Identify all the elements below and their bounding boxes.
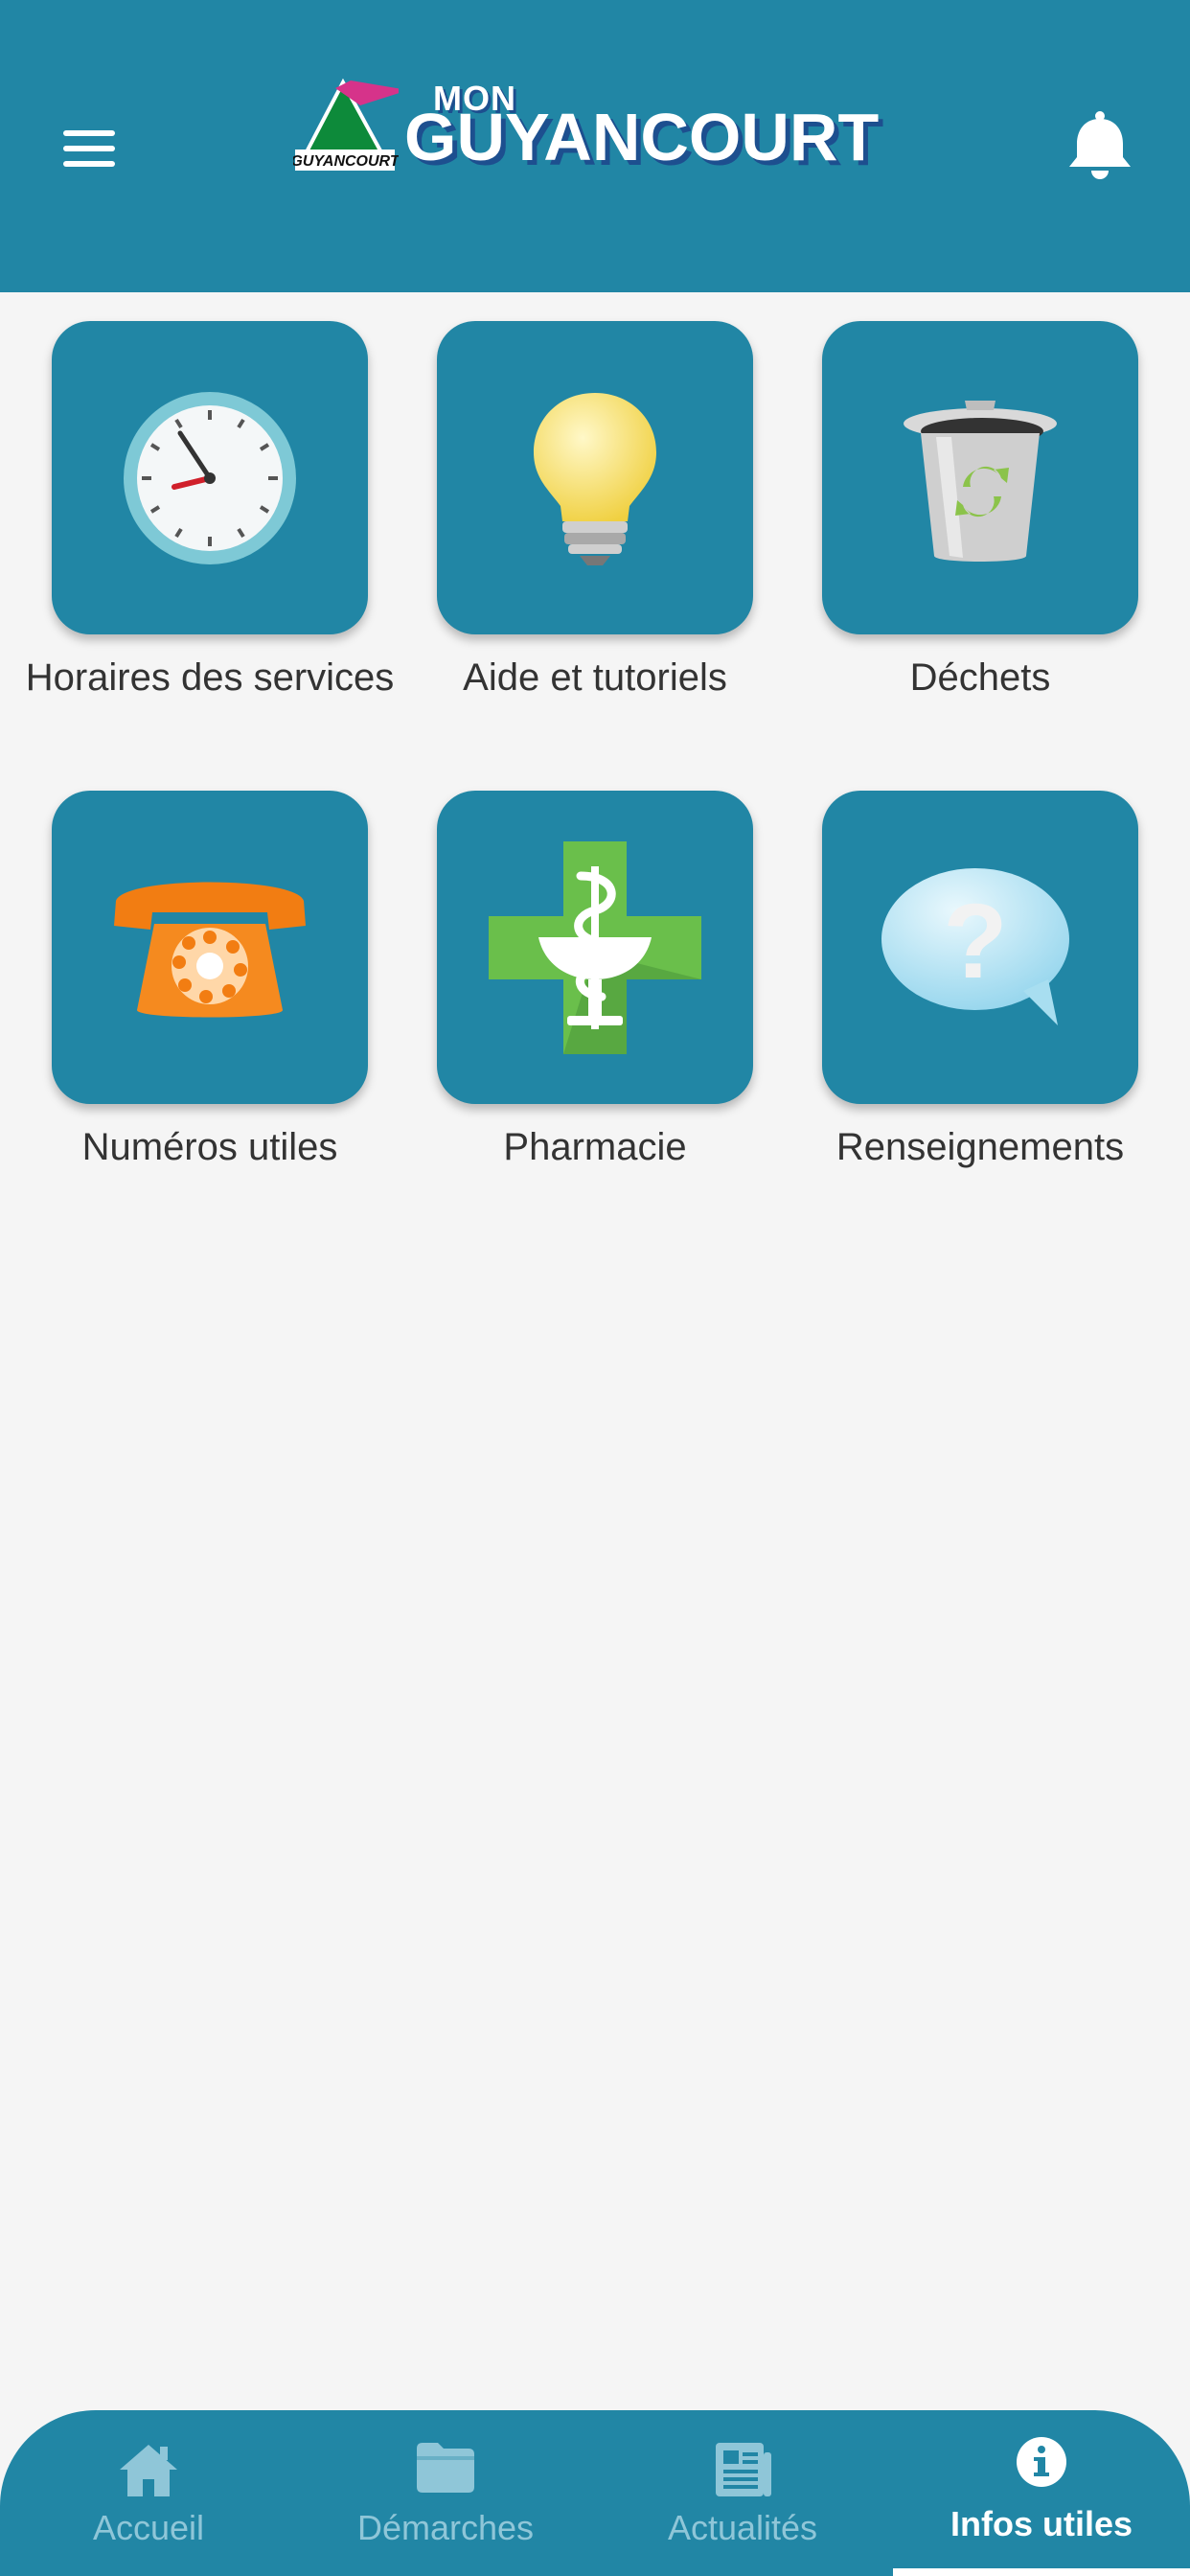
- telephone-icon: [114, 882, 306, 1017]
- active-tab-indicator: [893, 2568, 1190, 2576]
- folder-icon: [417, 2443, 474, 2493]
- tile-renseignements[interactable]: ? Renseignements: [822, 791, 1138, 1173]
- lightbulb-icon: [534, 392, 656, 565]
- home-icon: [120, 2445, 177, 2496]
- tab-demarches[interactable]: Démarches: [297, 2410, 594, 2576]
- tab-label: Infos utiles: [950, 2504, 1133, 2543]
- tab-label: Accueil: [92, 2508, 205, 2547]
- app-header: GUYANCOURT MON GUYANCOURT: [0, 0, 1190, 292]
- tile-icon-box: [822, 321, 1138, 634]
- tab-actualites[interactable]: Actualités: [594, 2410, 891, 2576]
- tile-dechets[interactable]: Déchets: [822, 321, 1138, 703]
- tab-label: Démarches: [356, 2508, 535, 2547]
- tile-label: Pharmacie: [503, 1126, 687, 1168]
- guyancourt-emblem-icon: GUYANCOURT: [293, 78, 399, 171]
- tile-icon-box: [437, 321, 753, 634]
- emblem-badge-text: GUYANCOURT: [293, 153, 399, 170]
- tile-label: Aide et tutoriels: [463, 656, 727, 699]
- tab-accueil[interactable]: Accueil: [0, 2410, 297, 2576]
- trash-bin-icon: [904, 400, 1057, 562]
- tab-infos-utiles[interactable]: Infos utiles: [893, 2410, 1190, 2576]
- tile-pharmacie[interactable]: Pharmacie: [437, 791, 753, 1173]
- tile-icon-box: [52, 791, 368, 1104]
- tile-icon-box: [437, 791, 753, 1104]
- app-logo: GUYANCOURT MON GUYANCOURT: [293, 75, 906, 180]
- menu-icon-line: [63, 146, 115, 151]
- tile-label: Numéros utiles: [81, 1126, 338, 1168]
- tile-aide[interactable]: Aide et tutoriels: [437, 321, 753, 703]
- tile-label: Déchets: [909, 656, 1051, 699]
- tile-label: Horaires des services: [25, 656, 395, 699]
- tile-horaires[interactable]: Horaires des services: [26, 321, 394, 703]
- logo-name-text: GUYANCOURT: [404, 100, 880, 174]
- newspaper-icon: [716, 2443, 771, 2496]
- pharmacy-cross-icon: [489, 840, 701, 1054]
- tile-icon-box: [52, 321, 368, 634]
- tab-label: Actualités: [667, 2508, 818, 2547]
- menu-button[interactable]: [54, 123, 123, 176]
- clock-icon: [124, 391, 296, 564]
- info-icon: [1017, 2437, 1066, 2487]
- bottom-tab-bar: Accueil Démarches Actualités Infos utile…: [0, 2410, 1190, 2576]
- menu-icon-line: [63, 130, 115, 136]
- tile-numeros[interactable]: Numéros utiles: [52, 791, 368, 1173]
- menu-icon-line: [63, 161, 115, 167]
- bell-icon: [1069, 111, 1131, 179]
- tile-label: Renseignements: [835, 1126, 1125, 1168]
- tile-icon-box: ?: [822, 791, 1138, 1104]
- question-bubble-icon: ?: [881, 867, 1069, 1025]
- notifications-button[interactable]: [1062, 107, 1138, 184]
- question-mark-glyph: ?: [943, 883, 1007, 1000]
